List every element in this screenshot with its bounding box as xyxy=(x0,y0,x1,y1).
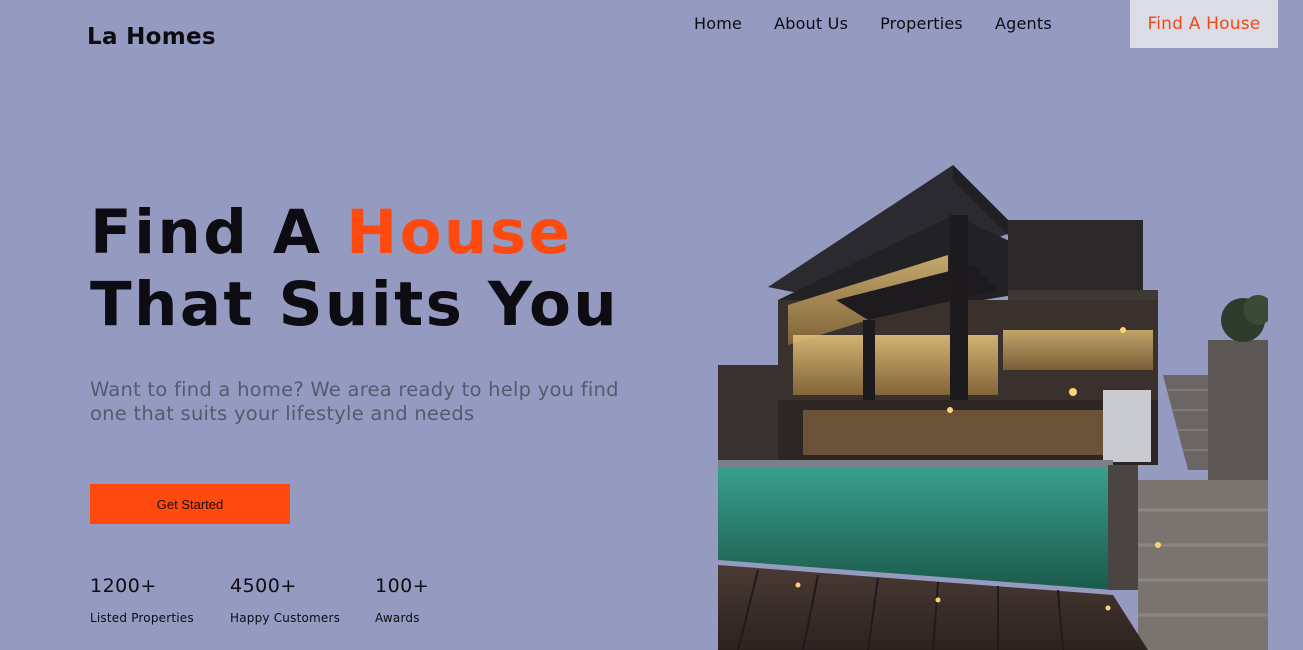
stat-label: Happy Customers xyxy=(230,611,341,625)
hero-house-image xyxy=(718,160,1268,650)
hero-title-accent: House xyxy=(346,197,573,268)
nav-item-properties[interactable]: Properties xyxy=(880,14,963,34)
find-a-house-nav-button[interactable]: Find A House xyxy=(1130,0,1278,48)
stat-happy-customers: 4500+ Happy Customers xyxy=(230,575,340,625)
nav-item-agents[interactable]: Agents xyxy=(995,14,1052,34)
main-nav: Home About Us Properties Agents xyxy=(694,14,1084,34)
brand-logo[interactable]: La Homes xyxy=(87,24,216,50)
hero-title-part1: Find A xyxy=(90,197,347,268)
nav-item-about-us[interactable]: About Us xyxy=(774,14,848,34)
stat-awards: 100+ Awards xyxy=(375,575,429,625)
hero-subtitle: Want to find a home? We area ready to he… xyxy=(90,378,619,425)
stat-listed-properties: 1200+ Listed Properties xyxy=(90,575,194,625)
nav-item-home[interactable]: Home xyxy=(694,14,742,34)
hero-title-line2: That Suits You xyxy=(90,269,620,340)
hero-title: Find A House That Suits You xyxy=(90,197,619,341)
get-started-button[interactable]: Get Started xyxy=(90,484,290,524)
stat-value: 4500+ xyxy=(230,575,297,597)
stat-label: Listed Properties xyxy=(90,611,194,625)
stat-value: 1200+ xyxy=(90,575,157,597)
stat-value: 100+ xyxy=(375,575,430,597)
stat-label: Awards xyxy=(375,611,420,625)
